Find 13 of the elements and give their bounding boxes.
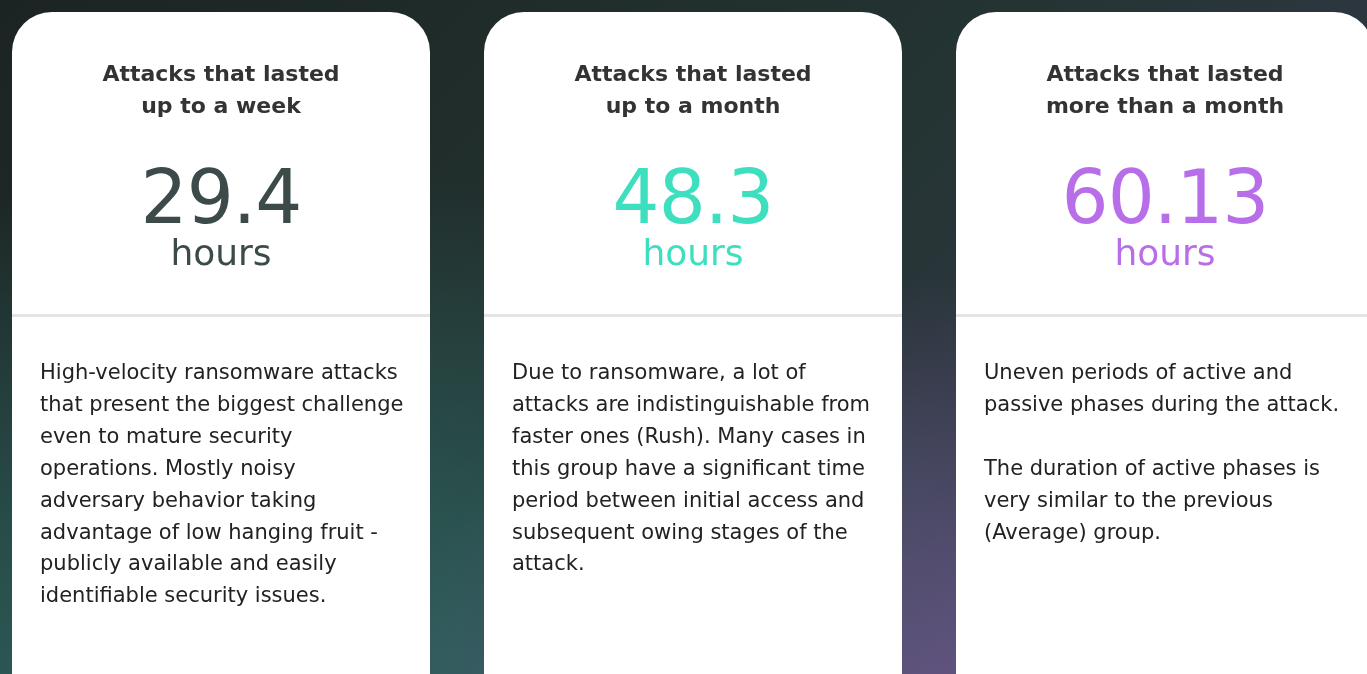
stat-value: 48.3 bbox=[612, 159, 774, 234]
stat-value: 29.4 bbox=[140, 159, 302, 234]
card-description: The duration of active phases is very similar to the previous (Average) group. bbox=[984, 454, 1321, 546]
card-description: Due to ransomware, a lot of attacks are indistinguishable from faster ones (Rush). Many cases in this group have a significant time period between initial access and subsequent owing stages of the attack. bbox=[512, 359, 871, 578]
stat-unit: hours bbox=[170, 233, 272, 272]
card-description: High-velocity ransomware attacks that present the biggest challenge even to mature security operations. Mostly noisy adversary behavior taking advantage of low hanging fruit - publicly available and easily identifiable security issues. bbox=[40, 359, 404, 610]
card-title: Attacks that lasted up to a month bbox=[573, 60, 813, 120]
stat-unit: hours bbox=[642, 233, 744, 272]
card-title: Attacks that lasted more than a month bbox=[1044, 60, 1286, 120]
card-description: Uneven periods of active and passive phases during the attack. bbox=[984, 359, 1341, 418]
stat-unit: hours bbox=[1114, 233, 1216, 272]
stat-value: 60.13 bbox=[1061, 159, 1269, 234]
card-title: Attacks that lasted up to a week bbox=[101, 60, 341, 120]
